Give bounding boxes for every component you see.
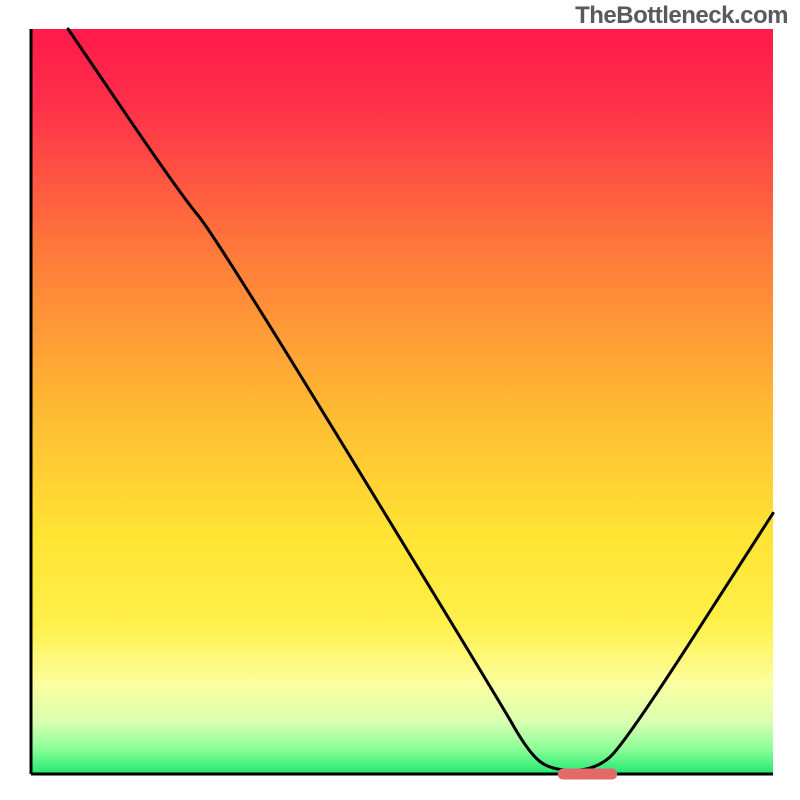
optimal-marker [558, 769, 617, 780]
chart-svg [0, 0, 800, 800]
bottleneck-chart: TheBottleneck.com [0, 0, 800, 800]
watermark-text: TheBottleneck.com [575, 2, 788, 30]
